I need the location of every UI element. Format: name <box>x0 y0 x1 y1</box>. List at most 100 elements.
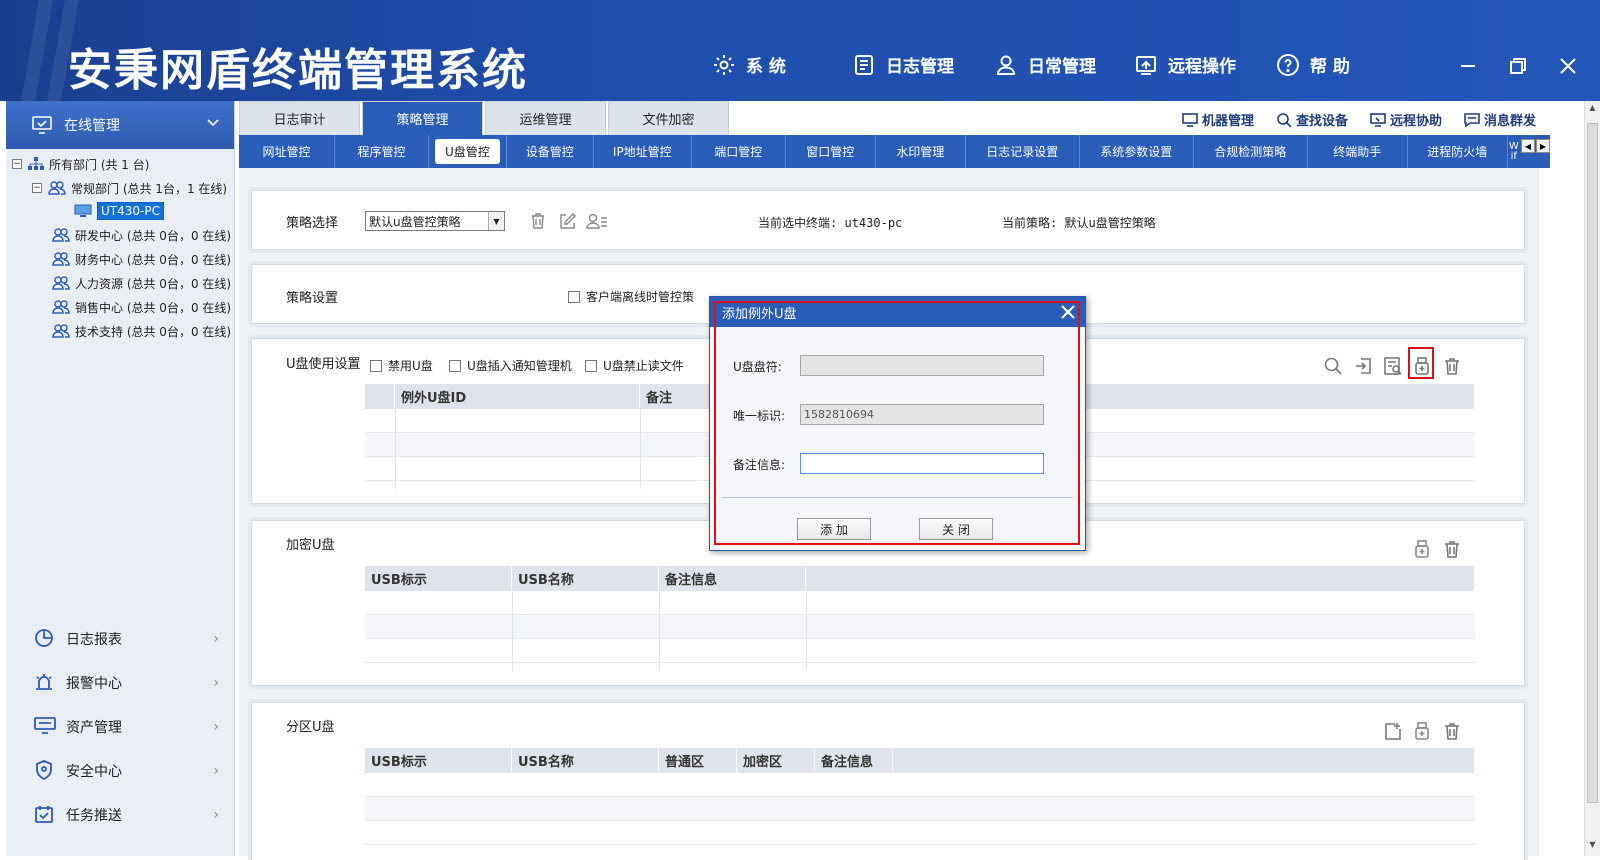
column-header-note[interactable]: 备注信息 <box>659 566 806 591</box>
delete-icon[interactable] <box>1442 356 1462 376</box>
scroll-down-icon[interactable]: ▼ <box>1586 840 1599 852</box>
subnav-url-control[interactable]: 网址管控 <box>239 135 335 168</box>
tab-log-audit[interactable]: 日志审计 <box>239 101 360 135</box>
subnav-compliance[interactable]: 合规检测策略 <box>1194 135 1308 168</box>
delete-icon[interactable] <box>1442 539 1462 559</box>
nav-log-management[interactable]: 日志管理 <box>852 52 954 77</box>
tree-group[interactable]: 人力资源 (总共 0台，0 在线) <box>52 272 231 294</box>
nav-daily-management[interactable]: 日常管理 <box>994 52 1096 77</box>
offline-control-checkbox[interactable]: 客户端离线时管控策 <box>568 288 694 305</box>
table-row[interactable] <box>365 821 1475 845</box>
subnav-usb-control[interactable]: U盘管控 <box>435 139 500 164</box>
tab-ops-management[interactable]: 运维管理 <box>485 101 606 135</box>
tab-file-encryption[interactable]: 文件加密 <box>608 101 729 135</box>
highlight-box <box>1408 347 1434 379</box>
assign-user-icon[interactable] <box>586 212 608 230</box>
checkbox-box[interactable] <box>585 359 597 372</box>
column-header-normal-area[interactable]: 普通区 <box>659 748 737 773</box>
sidebar-item-security-center[interactable]: 安全中心 › <box>6 749 235 793</box>
remote-assist-link[interactable]: 远程协助 <box>1370 110 1442 129</box>
delete-icon[interactable] <box>529 212 547 230</box>
column-header-usb-name[interactable]: USB名称 <box>512 748 659 773</box>
block-read-checkbox[interactable]: U盘禁止读文件 <box>585 357 684 374</box>
strategy-dropdown[interactable]: 默认u盘管控策略 ▼ <box>365 211 505 231</box>
tab-policy-management[interactable]: 策略管理 <box>362 101 483 135</box>
sidebar-item-label: 任务推送 <box>66 808 122 824</box>
nav-help[interactable]: 帮 助 <box>1276 52 1350 77</box>
scroll-up-icon[interactable]: ▲ <box>1586 103 1599 115</box>
subnav-window-control[interactable]: 窗口管控 <box>786 135 876 168</box>
sidebar-item-asset-management[interactable]: 资产管理 › <box>6 705 235 749</box>
import-icon[interactable] <box>1353 356 1373 376</box>
nav-remote-operation[interactable]: 远程操作 <box>1134 52 1236 77</box>
group-icon <box>52 228 70 242</box>
checkbox-box[interactable] <box>370 359 382 372</box>
subnav-overflow[interactable]: W if <box>1508 135 1520 168</box>
tree-group[interactable]: 销售中心 (总共 0台，0 在线) <box>52 296 231 318</box>
find-device-link[interactable]: 查找设备 <box>1276 110 1348 129</box>
grid-divider <box>659 591 660 671</box>
tree-group[interactable]: 财务中心 (总共 0台，0 在线) <box>52 248 231 270</box>
table-row[interactable] <box>365 797 1475 821</box>
restore-button[interactable] <box>1504 52 1532 80</box>
scroll-thumb[interactable] <box>1587 123 1598 803</box>
disable-usb-checkbox[interactable]: 禁用U盘 <box>370 357 433 374</box>
nav-system[interactable]: 系 统 <box>712 52 786 77</box>
collapse-toggle[interactable]: − <box>12 159 22 169</box>
subnav-program-control[interactable]: 程序管控 <box>335 135 429 168</box>
column-header-note[interactable]: 备注信息 <box>815 748 893 773</box>
scroll-left-button[interactable]: ◀ <box>1521 139 1535 153</box>
table-row[interactable] <box>365 591 1475 615</box>
nav-system-label: 系 统 <box>746 57 786 77</box>
sidebar-header-online[interactable]: 在线管理 <box>6 101 234 149</box>
add-usb-icon[interactable] <box>1412 721 1432 741</box>
subnav-ip-control[interactable]: IP地址管控 <box>594 135 692 168</box>
column-header-usb-id[interactable]: USB标示 <box>365 748 512 773</box>
log-icon <box>852 53 876 77</box>
scroll-right-button[interactable]: ▶ <box>1536 139 1550 153</box>
tree-group[interactable]: 技术支持 (总共 0台，0 在线) <box>52 320 231 342</box>
subnav-device-control[interactable]: 设备管控 <box>505 135 594 168</box>
tree-group-label: 销售中心 (总共 0台，0 在线) <box>75 300 232 315</box>
table-row[interactable] <box>365 773 1475 797</box>
tree-pc-item[interactable]: UT430-PC <box>74 200 164 222</box>
column-header-usb-id[interactable]: USB标示 <box>365 566 512 591</box>
subnav-system-params[interactable]: 系统参数设置 <box>1080 135 1194 168</box>
checkbox-box[interactable] <box>568 290 580 303</box>
view-log-icon[interactable] <box>1383 356 1403 376</box>
subnav-terminal-assistant[interactable]: 终端助手 <box>1308 135 1408 168</box>
notify-usb-checkbox[interactable]: U盘插入通知管理机 <box>449 357 572 374</box>
subnav-log-settings[interactable]: 日志记录设置 <box>966 135 1080 168</box>
current-policy-label: 当前策略: <box>1002 216 1058 230</box>
subnav-watermark[interactable]: 水印管理 <box>876 135 966 168</box>
subnav-port-control[interactable]: 端口管控 <box>692 135 786 168</box>
minimize-button[interactable] <box>1454 52 1482 80</box>
table-row[interactable] <box>365 639 1475 663</box>
machine-management-link[interactable]: 机器管理 <box>1182 110 1254 129</box>
broadcast-message-link[interactable]: 消息群发 <box>1464 110 1536 129</box>
edit-icon[interactable] <box>558 212 576 230</box>
sidebar-item-task-push[interactable]: 任务推送 › <box>6 793 235 837</box>
tree-group[interactable]: − 常规部门 (总共 1台，1 在线) <box>32 177 227 199</box>
table-row[interactable] <box>365 615 1475 639</box>
collapse-toggle[interactable]: − <box>32 183 42 193</box>
column-header-usb-id[interactable]: 例外U盘ID <box>395 384 640 409</box>
sidebar-item-log-report[interactable]: 日志报表 › <box>6 617 235 661</box>
strategy-select-label: 策略选择 <box>286 216 339 231</box>
close-window-button[interactable] <box>1554 52 1582 80</box>
tree-root[interactable]: − 所有部门 (共 1 台) <box>12 153 149 175</box>
checkbox-box[interactable] <box>449 359 461 372</box>
disable-usb-label: 禁用U盘 <box>388 359 433 373</box>
subnav-process-firewall[interactable]: 进程防火墙 <box>1408 135 1508 168</box>
column-header-usb-name[interactable]: USB名称 <box>512 566 659 591</box>
add-usb-icon[interactable] <box>1412 539 1432 559</box>
group-icon <box>48 181 66 195</box>
export-icon[interactable] <box>1383 721 1403 741</box>
tree-group[interactable]: 研发中心 (总共 0台，0 在线) <box>52 224 231 246</box>
vertical-scrollbar[interactable]: ▲ ▼ <box>1584 101 1600 856</box>
column-header-encrypted-area[interactable]: 加密区 <box>737 748 815 773</box>
sidebar-item-alarm-center[interactable]: 报警中心 › <box>6 661 235 705</box>
search-icon[interactable] <box>1323 356 1343 376</box>
delete-icon[interactable] <box>1442 721 1462 741</box>
org-chart-icon <box>28 157 44 171</box>
